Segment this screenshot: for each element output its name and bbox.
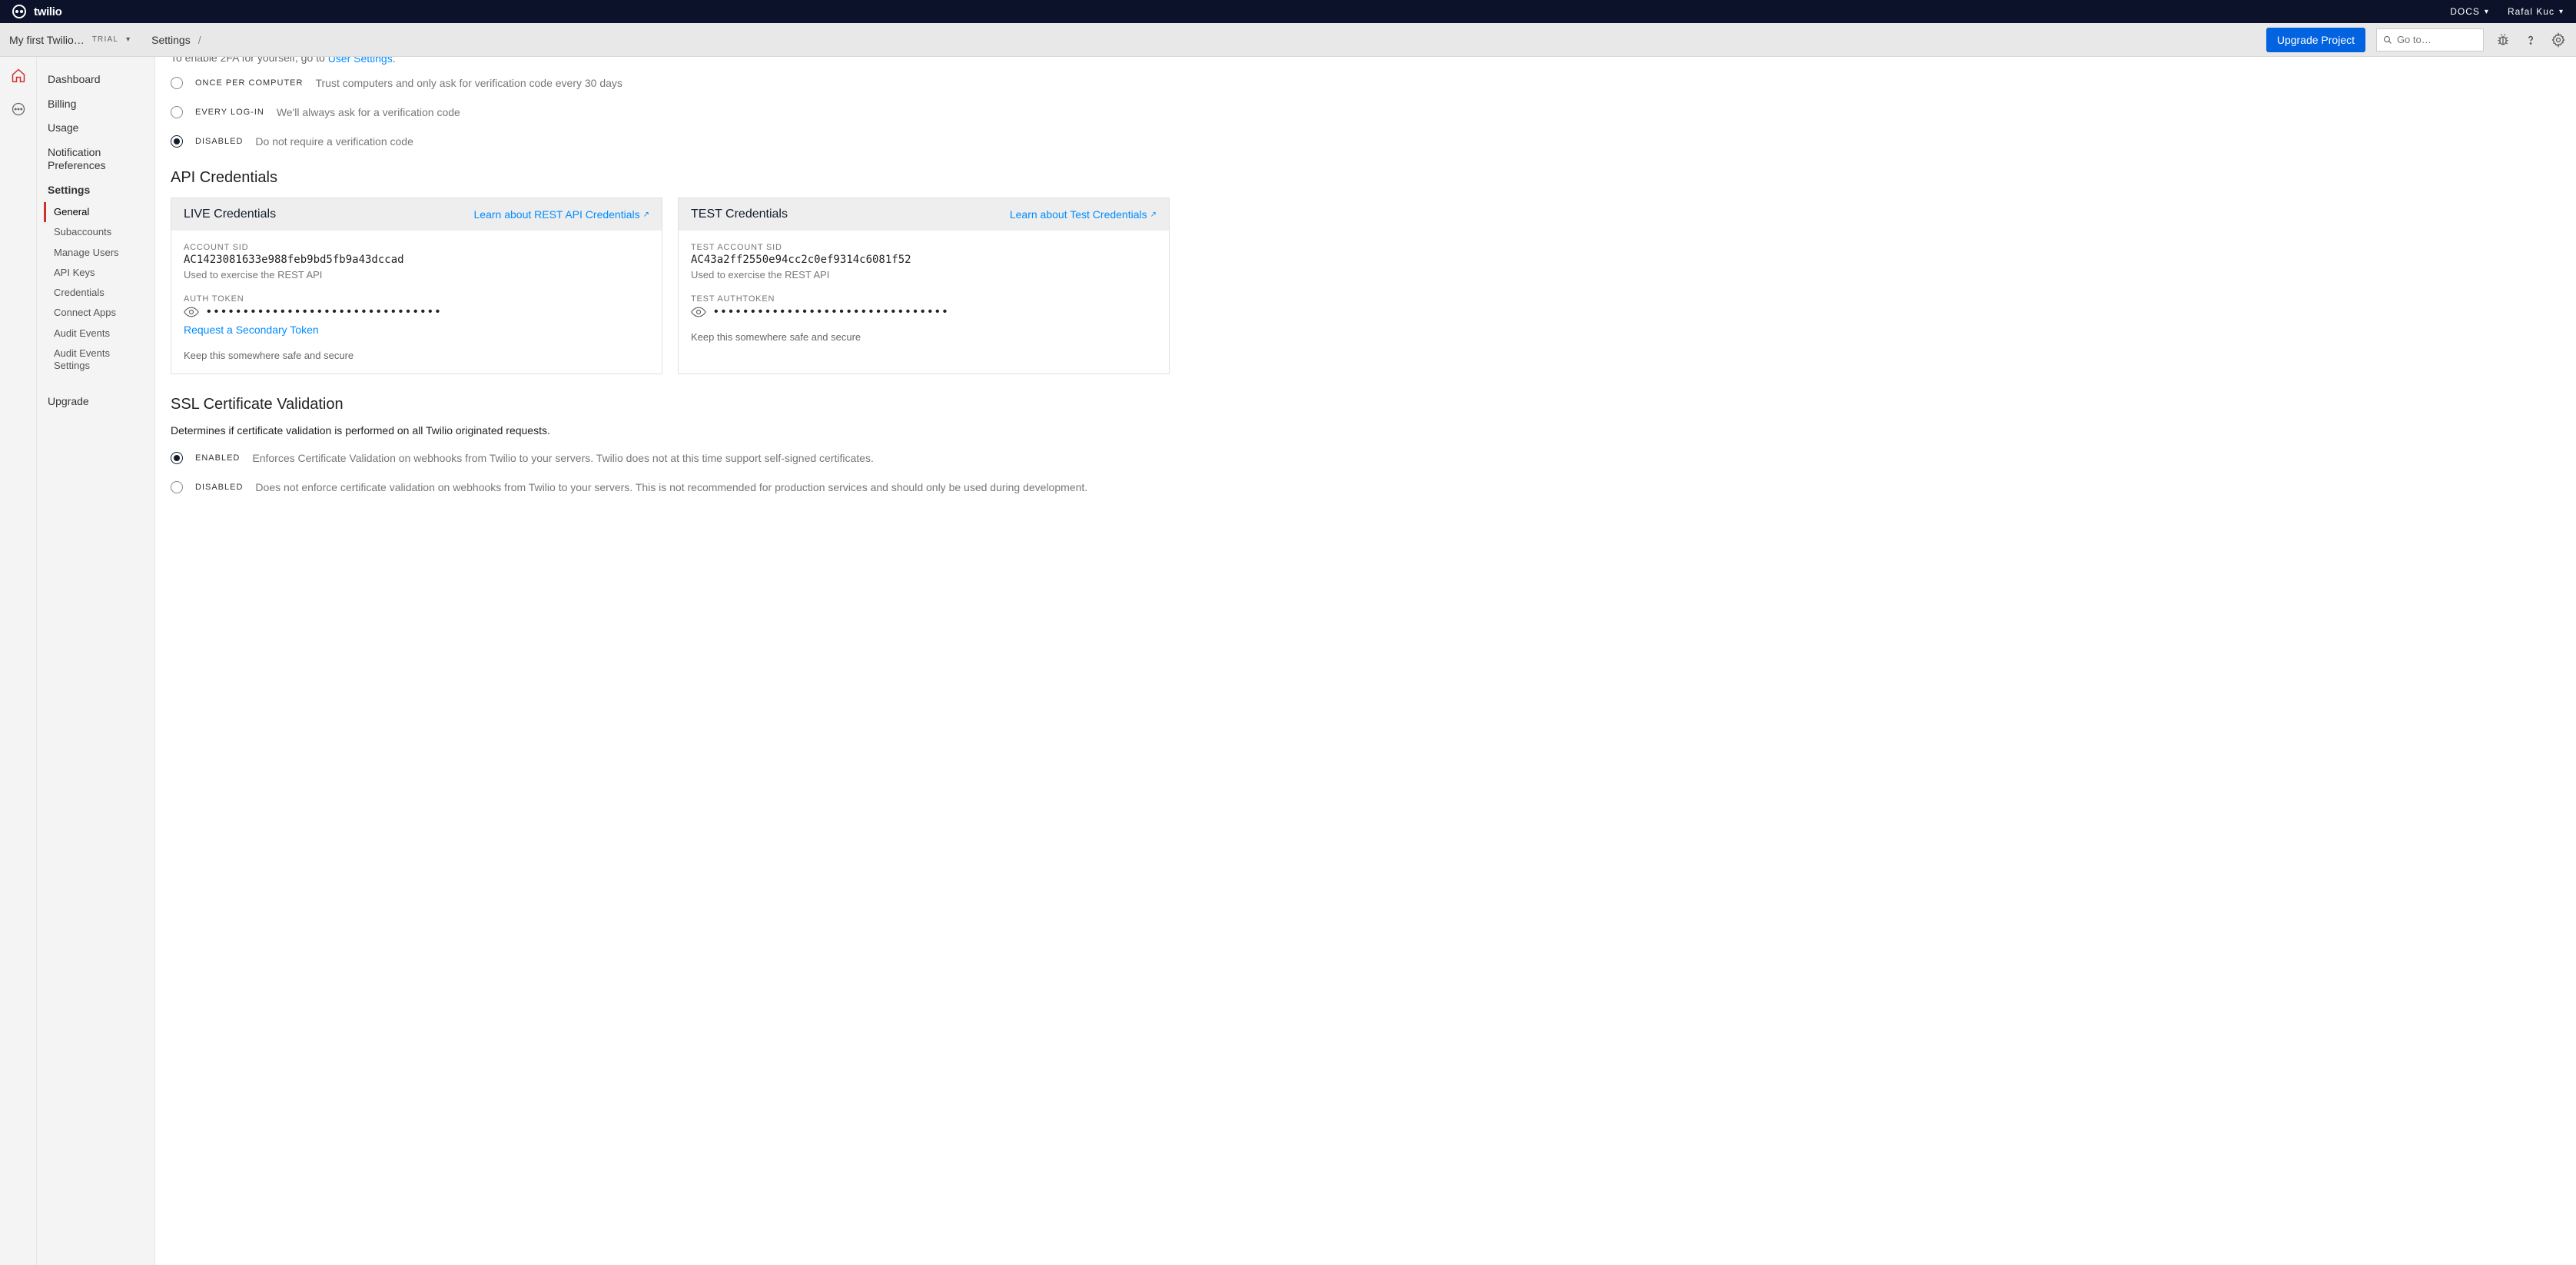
radio-label: DISABLED — [195, 137, 243, 146]
radio-desc: Does not enforce certificate validation … — [255, 481, 1087, 493]
sidebar-sub-audit-events[interactable]: Audit Events — [46, 324, 154, 344]
keep-safe-note: Keep this somewhere safe and secure — [184, 350, 649, 361]
external-link-icon: ↗ — [643, 211, 649, 219]
settings-sub-menu: General Subaccounts Manage Users API Key… — [45, 202, 154, 376]
twilio-logo-icon — [12, 5, 26, 18]
search-icon — [2383, 35, 2392, 45]
account-sid-hint: Used to exercise the REST API — [184, 269, 649, 281]
upgrade-project-button[interactable]: Upgrade Project — [2266, 28, 2365, 52]
search-input-wrap[interactable] — [2376, 28, 2484, 51]
auth-token-label: AUTH TOKEN — [184, 294, 649, 304]
gear-icon[interactable] — [2550, 32, 2567, 48]
debug-icon[interactable] — [2495, 32, 2511, 48]
learn-rest-api-link[interactable]: Learn about REST API Credentials ↗ — [474, 208, 649, 221]
sidebar-sub-connect-apps[interactable]: Connect Apps — [46, 303, 154, 323]
chevron-down-icon: ▾ — [2559, 8, 2564, 16]
twofa-option-disabled[interactable]: DISABLED Do not require a verification c… — [171, 135, 1170, 148]
search-input[interactable] — [2397, 34, 2477, 45]
topbar: twilio DOCS ▾ Rafal Kuc ▾ — [0, 0, 2576, 23]
test-account-sid-label: TEST ACCOUNT SID — [691, 243, 1157, 252]
sidebar-item-usage[interactable]: Usage — [37, 116, 154, 141]
ssl-heading: SSL Certificate Validation — [171, 396, 1170, 413]
breadcrumb-separator: / — [198, 34, 201, 46]
sidebar-sub-audit-events-settings[interactable]: Audit Events Settings — [46, 344, 154, 377]
test-keep-safe-note: Keep this somewhere safe and secure — [691, 331, 1157, 343]
sidebar-sub-general[interactable]: General — [44, 202, 154, 222]
test-auth-token-label: TEST AUTHTOKEN — [691, 294, 1157, 304]
chevron-down-icon[interactable]: ▾ — [126, 35, 130, 44]
sidebar-sub-manage-users[interactable]: Manage Users — [46, 243, 154, 263]
test-credentials-title: TEST Credentials — [691, 208, 788, 221]
radio-icon[interactable] — [171, 452, 183, 464]
user-settings-link[interactable]: User Settings — [328, 57, 393, 65]
twofa-option-once[interactable]: ONCE PER COMPUTER Trust computers and on… — [171, 77, 1170, 89]
eye-icon[interactable] — [691, 307, 706, 317]
chevron-down-icon: ▾ — [2485, 8, 2489, 16]
help-icon[interactable] — [2522, 32, 2539, 48]
ssl-option-enabled[interactable]: ENABLED Enforces Certificate Validation … — [171, 452, 1170, 464]
sidebar-item-billing[interactable]: Billing — [37, 92, 154, 117]
account-sid-value[interactable]: AC1423081633e988feb9bd5fb9a43dccad — [184, 254, 649, 266]
radio-icon[interactable] — [171, 135, 183, 148]
radio-label: DISABLED — [195, 483, 243, 492]
twofa-intro-line: To enable 2FA for yourself, go to User S… — [171, 57, 1170, 65]
sidebar-sub-subaccounts[interactable]: Subaccounts — [46, 222, 154, 242]
sidebar-sub-credentials[interactable]: Credentials — [46, 283, 154, 303]
live-credentials-title: LIVE Credentials — [184, 208, 276, 221]
sidebar-item-upgrade[interactable]: Upgrade — [37, 390, 154, 414]
radio-icon[interactable] — [171, 77, 183, 89]
radio-label: ONCE PER COMPUTER — [195, 78, 303, 88]
sidebar-item-dashboard[interactable]: Dashboard — [37, 68, 154, 92]
main-content: To enable 2FA for yourself, go to User S… — [155, 57, 2576, 1265]
subbar: My first Twilio… TRIAL ▾ Settings / Upgr… — [0, 23, 2576, 57]
account-sid-label: ACCOUNT SID — [184, 243, 649, 252]
radio-icon[interactable] — [171, 106, 183, 118]
test-auth-token-hidden: •••••••••••••••••••••••••••••••• — [714, 305, 950, 319]
logo[interactable]: twilio — [12, 5, 62, 18]
radio-label: ENABLED — [195, 453, 240, 463]
live-credentials-card: LIVE Credentials Learn about REST API Cr… — [171, 198, 662, 374]
left-rail — [0, 57, 37, 1265]
test-account-sid-value[interactable]: AC43a2ff2550e94cc2c0ef9314c6081f52 — [691, 254, 1157, 266]
more-icon[interactable] — [11, 101, 26, 117]
auth-token-hidden: •••••••••••••••••••••••••••••••• — [207, 305, 443, 319]
request-secondary-token-link[interactable]: Request a Secondary Token — [184, 324, 319, 336]
docs-menu[interactable]: DOCS ▾ — [2450, 6, 2489, 17]
radio-icon[interactable] — [171, 481, 183, 493]
docs-label: DOCS — [2450, 6, 2480, 17]
radio-desc: Enforces Certificate Validation on webho… — [252, 452, 873, 464]
learn-test-credentials-link[interactable]: Learn about Test Credentials ↗ — [1010, 208, 1157, 221]
test-credentials-card: TEST Credentials Learn about Test Creden… — [678, 198, 1170, 374]
sidebar: Dashboard Billing Usage Notification Pre… — [37, 57, 155, 1265]
twofa-option-every[interactable]: EVERY LOG-IN We'll always ask for a veri… — [171, 106, 1170, 118]
home-icon[interactable] — [11, 68, 26, 83]
breadcrumb-settings[interactable]: Settings — [151, 34, 191, 46]
radio-label: EVERY LOG-IN — [195, 108, 264, 117]
ssl-desc: Determines if certificate validation is … — [171, 424, 1170, 437]
test-account-sid-hint: Used to exercise the REST API — [691, 269, 1157, 281]
sidebar-sub-api-keys[interactable]: API Keys — [46, 263, 154, 283]
sidebar-item-notification-prefs[interactable]: Notification Preferences — [37, 141, 154, 178]
radio-desc: Do not require a verification code — [255, 135, 413, 148]
user-menu[interactable]: Rafal Kuc ▾ — [2508, 6, 2564, 17]
radio-desc: Trust computers and only ask for verific… — [315, 77, 622, 89]
project-name[interactable]: My first Twilio… — [9, 34, 85, 46]
api-credentials-heading: API Credentials — [171, 169, 1170, 187]
user-name: Rafal Kuc — [2508, 6, 2554, 17]
eye-icon[interactable] — [184, 307, 199, 317]
radio-desc: We'll always ask for a verification code — [277, 106, 460, 118]
sidebar-item-settings[interactable]: Settings — [37, 178, 154, 203]
trial-badge: TRIAL — [92, 35, 118, 44]
external-link-icon: ↗ — [1150, 211, 1157, 219]
ssl-option-disabled[interactable]: DISABLED Does not enforce certificate va… — [171, 481, 1170, 493]
logo-text: twilio — [34, 5, 62, 18]
